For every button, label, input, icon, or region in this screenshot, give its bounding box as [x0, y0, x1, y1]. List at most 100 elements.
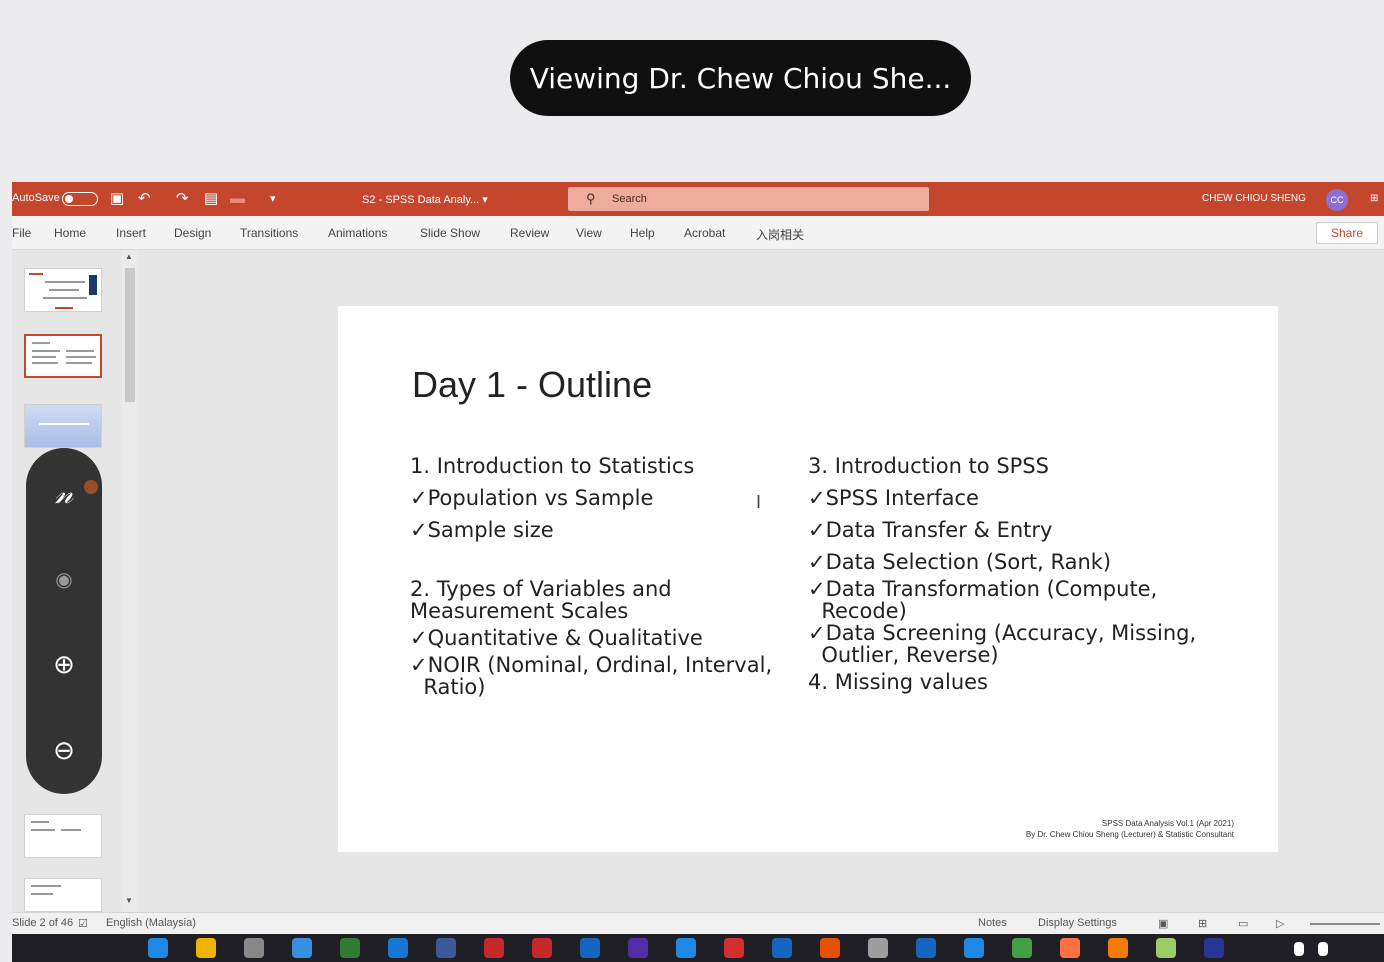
slide-left-column[interactable]: 1. Introduction to Statistics ✓Population…	[410, 450, 772, 698]
app-3-icon[interactable]	[724, 938, 744, 958]
spellcheck-icon[interactable]: ☑	[78, 917, 88, 930]
notes-button[interactable]: Notes	[978, 917, 1007, 929]
reading-view-icon[interactable]: ▭	[1238, 917, 1248, 930]
telegram-icon[interactable]	[964, 938, 984, 958]
normal-view-icon[interactable]: ▣	[1158, 917, 1168, 930]
mic-icon[interactable]	[1294, 942, 1304, 956]
slide-sorter-icon[interactable]: ⊞	[1198, 917, 1207, 930]
scroll-down-icon[interactable]: ▼	[125, 896, 133, 905]
bullet-item: Recode)	[808, 599, 907, 623]
avatar[interactable]: CC	[1326, 189, 1348, 211]
app-icon[interactable]	[340, 938, 360, 958]
thumbnail-scrollbar[interactable]: ▲ ▼	[122, 250, 138, 912]
title-bar: AutoSave ▣ ↶ ↷ ▤ ▬ ▾ S2 - SPSS Data Anal…	[12, 182, 1384, 216]
bullet-item: Ratio)	[410, 675, 486, 699]
ribbon-display-icon[interactable]: ⊞	[1370, 193, 1378, 204]
screen-share-banner: Viewing Dr. Chew Chiou She...	[510, 40, 971, 116]
document-title[interactable]: S2 - SPSS Data Analy... ▾	[362, 193, 488, 206]
outlook-icon[interactable]	[580, 938, 600, 958]
slide-footer: SPSS Data Analysis Vol.1 (Apr 2021) By D…	[1026, 818, 1234, 840]
tab-animations[interactable]: Animations	[328, 226, 387, 240]
tab-help[interactable]: Help	[630, 226, 655, 240]
zoom-icon[interactable]	[916, 938, 936, 958]
slide-thumbnail-3[interactable]	[24, 404, 102, 448]
network-icon[interactable]	[1318, 942, 1328, 956]
bullet-item: 3. Introduction to SPSS	[808, 454, 1049, 478]
qat-more-icon[interactable]: ▾	[270, 190, 276, 208]
bullet-item: ✓NOIR (Nominal, Ordinal, Interval,	[410, 653, 773, 677]
slideshow-icon[interactable]: ▷	[1276, 917, 1284, 930]
bullet-item: ✓Population vs Sample	[410, 486, 654, 510]
pen-icon[interactable]: 𝓃	[44, 474, 84, 514]
zoom-toolbar: 𝓃 ◉ ⊕ ⊖	[26, 448, 102, 794]
tab-view[interactable]: View	[576, 226, 602, 240]
firefox-icon[interactable]	[1108, 938, 1128, 958]
bullet-item: ✓Data Transfer & Entry	[808, 518, 1053, 542]
undo-icon[interactable]: ↶	[138, 190, 151, 208]
app-4-icon[interactable]	[772, 938, 792, 958]
steam-icon[interactable]	[436, 938, 456, 958]
app-8-icon[interactable]	[1204, 938, 1224, 958]
share-button[interactable]: Share	[1316, 222, 1378, 244]
settings-icon[interactable]	[244, 938, 264, 958]
slide-thumbnail-7[interactable]	[24, 814, 102, 858]
file-explorer-icon[interactable]	[196, 938, 216, 958]
app-5-icon[interactable]	[868, 938, 888, 958]
tab--[interactable]: 入岗相关	[756, 226, 804, 243]
tab-insert[interactable]: Insert	[116, 226, 146, 240]
zoom-out-icon[interactable]: ⊖	[44, 730, 84, 770]
slide-counter: Slide 2 of 46	[12, 917, 74, 929]
teams-icon[interactable]	[628, 938, 648, 958]
slide-title[interactable]: Day 1 - Outline	[412, 364, 652, 406]
tab-slide-show[interactable]: Slide Show	[420, 226, 480, 240]
tab-home[interactable]: Home	[54, 226, 86, 240]
store-icon[interactable]	[292, 938, 312, 958]
skype-icon[interactable]	[388, 938, 408, 958]
footer-line-1: SPSS Data Analysis Vol.1 (Apr 2021)	[1101, 819, 1234, 828]
tab-transitions[interactable]: Transitions	[240, 226, 298, 240]
slide-editing-canvas: Day 1 - Outline 1. Introduction to Stati…	[140, 250, 1384, 912]
status-bar: Slide 2 of 46 ☑ English (Malaysia) Notes…	[12, 912, 1384, 934]
laser-pointer-icon[interactable]: ◉	[44, 560, 84, 600]
redo-icon[interactable]: ↷	[176, 190, 189, 208]
search-placeholder: Search	[612, 193, 647, 205]
powerpoint-window: AutoSave ▣ ↶ ↷ ▤ ▬ ▾ S2 - SPSS Data Anal…	[12, 182, 1384, 962]
chrome-icon[interactable]	[820, 938, 840, 958]
tab-acrobat[interactable]: Acrobat	[684, 226, 725, 240]
search-box[interactable]: ⚲ Search	[568, 187, 929, 211]
zoom-slider[interactable]	[1310, 923, 1380, 925]
scroll-up-icon[interactable]: ▲	[125, 252, 133, 261]
user-name[interactable]: CHEW CHIOU SHENG	[1202, 193, 1306, 204]
current-slide[interactable]: Day 1 - Outline 1. Introduction to Stati…	[338, 306, 1278, 852]
customize-icon[interactable]: ▬	[230, 190, 245, 208]
bullet-item: Measurement Scales	[410, 599, 629, 623]
acrobat-2-icon[interactable]	[532, 938, 552, 958]
bullet-item: ✓Data Selection (Sort, Rank)	[808, 550, 1112, 574]
slide-thumbnail-2[interactable]	[24, 334, 102, 378]
slide-thumbnail-8[interactable]	[24, 878, 102, 912]
slide-thumbnail-1[interactable]	[24, 268, 102, 312]
app-2-icon[interactable]	[676, 938, 696, 958]
tab-review[interactable]: Review	[510, 226, 549, 240]
search-icon: ⚲	[586, 191, 596, 206]
display-settings-button[interactable]: Display Settings	[1038, 917, 1117, 929]
language-indicator[interactable]: English (Malaysia)	[106, 917, 196, 929]
edge-icon[interactable]	[148, 938, 168, 958]
zoom-in-icon[interactable]: ⊕	[44, 644, 84, 684]
bullet-item: ✓Quantitative & Qualitative	[410, 626, 703, 650]
notepad-icon[interactable]	[1156, 938, 1176, 958]
autosave-toggle[interactable]	[62, 192, 98, 206]
text-cursor-icon: I	[756, 492, 762, 512]
present-icon[interactable]: ▤	[204, 190, 218, 208]
pen-color-dot	[84, 480, 98, 494]
app-6-icon[interactable]	[1012, 938, 1032, 958]
bullet-item: 2. Types of Variables and	[410, 577, 672, 601]
slide-right-column[interactable]: 3. Introduction to SPSS ✓SPSS Interface ✓D…	[808, 450, 1196, 698]
tab-design[interactable]: Design	[174, 226, 211, 240]
tab-file[interactable]: File	[12, 226, 31, 240]
acrobat-icon[interactable]	[484, 938, 504, 958]
save-icon[interactable]: ▣	[110, 190, 124, 208]
scrollbar-thumb[interactable]	[125, 268, 135, 402]
app-7-icon[interactable]	[1060, 938, 1080, 958]
windows-taskbar	[12, 934, 1384, 962]
